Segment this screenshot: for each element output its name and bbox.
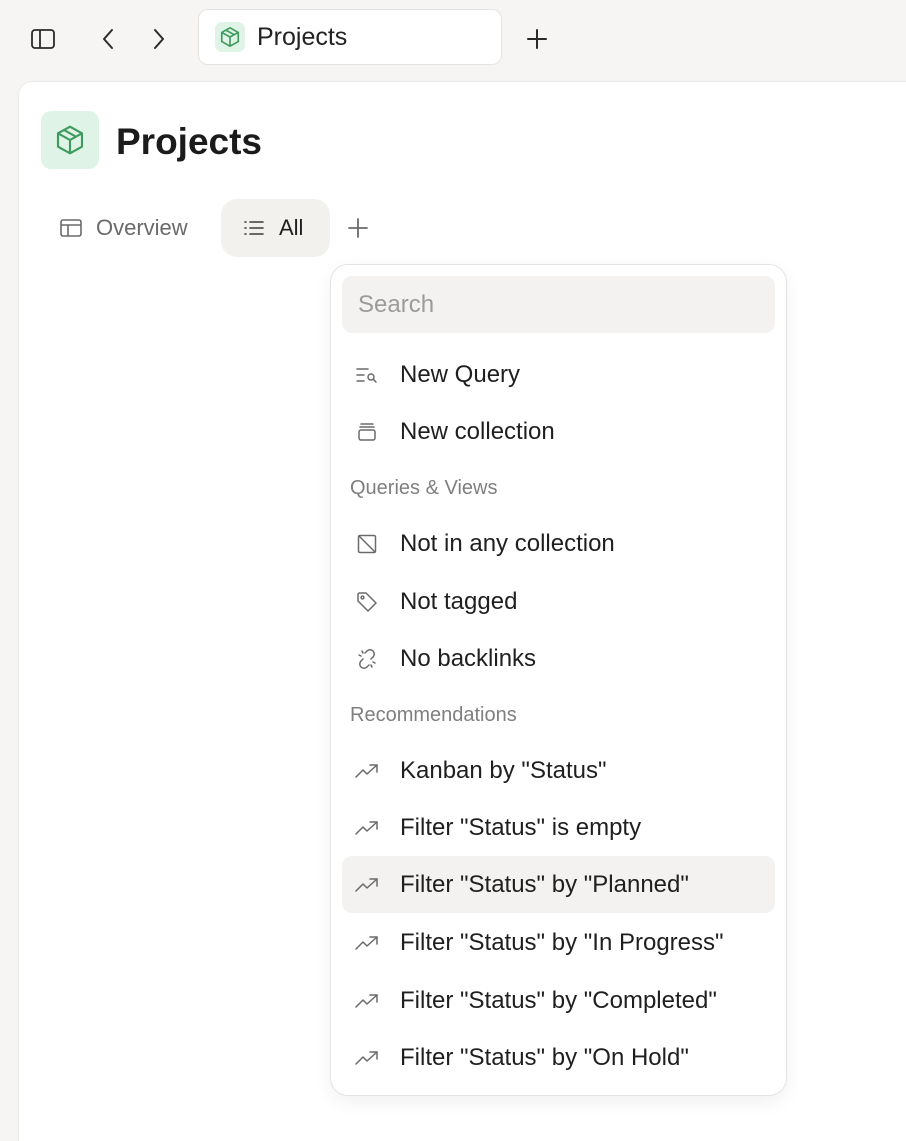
menu-item-new-query[interactable]: New Query	[342, 346, 775, 403]
add-view-dropdown: New Query New collection Queries & Views…	[330, 264, 787, 1096]
tab-projects[interactable]: Projects	[198, 9, 502, 65]
menu-item-recommendation[interactable]: Filter "Status" by "On Hold"	[342, 1029, 775, 1086]
tab-title: Projects	[257, 22, 348, 51]
chevron-left-icon	[103, 29, 113, 49]
trending-icon	[354, 930, 380, 956]
table-layout-icon	[60, 219, 82, 237]
search-input[interactable]	[342, 276, 775, 333]
menu-item-not-in-collection[interactable]: Not in any collection	[342, 515, 775, 572]
menu-item-label: Filter "Status" by "On Hold"	[400, 1043, 689, 1071]
section-header-queries: Queries & Views	[350, 477, 498, 499]
menu-item-label: New Query	[400, 360, 521, 388]
menu-item-label: Filter "Status" by "Completed"	[400, 986, 717, 1014]
trending-icon	[354, 758, 380, 784]
collection-icon	[354, 419, 380, 445]
menu-item-label: No backlinks	[400, 644, 537, 672]
menu-item-recommendation[interactable]: Filter "Status" by "Completed"	[342, 972, 775, 1029]
plus-icon	[527, 29, 547, 49]
menu-item-recommendation[interactable]: Filter "Status" by "Planned"	[342, 856, 775, 913]
tab-all-label: All	[279, 215, 304, 240]
menu-item-label: Filter "Status" by "In Progress"	[400, 928, 724, 956]
tab-overview-label: Overview	[96, 215, 188, 240]
broken-link-icon	[354, 646, 380, 672]
menu-item-label: Kanban by "Status"	[400, 756, 607, 784]
page-title: Projects	[116, 121, 263, 162]
plus-icon	[348, 218, 368, 238]
tab-overview[interactable]: Overview	[50, 199, 200, 257]
query-icon	[354, 362, 380, 388]
sidebar-icon	[31, 29, 55, 49]
menu-item-recommendation[interactable]: Filter "Status" by "In Progress"	[342, 914, 775, 971]
menu-item-label: Filter "Status" is empty	[400, 813, 642, 841]
tag-icon	[354, 589, 380, 615]
trending-icon	[354, 1045, 380, 1071]
package-icon	[56, 125, 84, 155]
menu-item-label: Not in any collection	[400, 529, 615, 557]
menu-item-label: New collection	[400, 417, 555, 445]
menu-item-label: Filter "Status" by "Planned"	[400, 870, 689, 898]
menu-item-new-collection[interactable]: New collection	[342, 403, 775, 460]
forward-button[interactable]	[145, 24, 173, 54]
trending-icon	[354, 988, 380, 1014]
menu-item-recommendation[interactable]: Filter "Status" is empty	[342, 799, 775, 856]
tab-all[interactable]: All	[221, 199, 330, 257]
new-tab-button[interactable]	[522, 24, 552, 54]
add-view-button[interactable]	[344, 214, 372, 242]
page-icon[interactable]	[41, 111, 99, 169]
sidebar-toggle-button[interactable]	[28, 24, 58, 54]
trending-icon	[354, 872, 380, 898]
menu-item-no-backlinks[interactable]: No backlinks	[342, 630, 775, 687]
section-header-recommendations: Recommendations	[350, 704, 517, 726]
list-icon	[243, 219, 265, 237]
trending-icon	[354, 815, 380, 841]
back-button[interactable]	[94, 24, 122, 54]
menu-item-recommendation[interactable]: Kanban by "Status"	[342, 742, 775, 799]
package-icon	[215, 22, 245, 52]
chevron-right-icon	[154, 29, 164, 49]
menu-item-not-tagged[interactable]: Not tagged	[342, 573, 775, 630]
no-collection-icon	[354, 531, 380, 557]
menu-item-label: Not tagged	[400, 587, 518, 615]
